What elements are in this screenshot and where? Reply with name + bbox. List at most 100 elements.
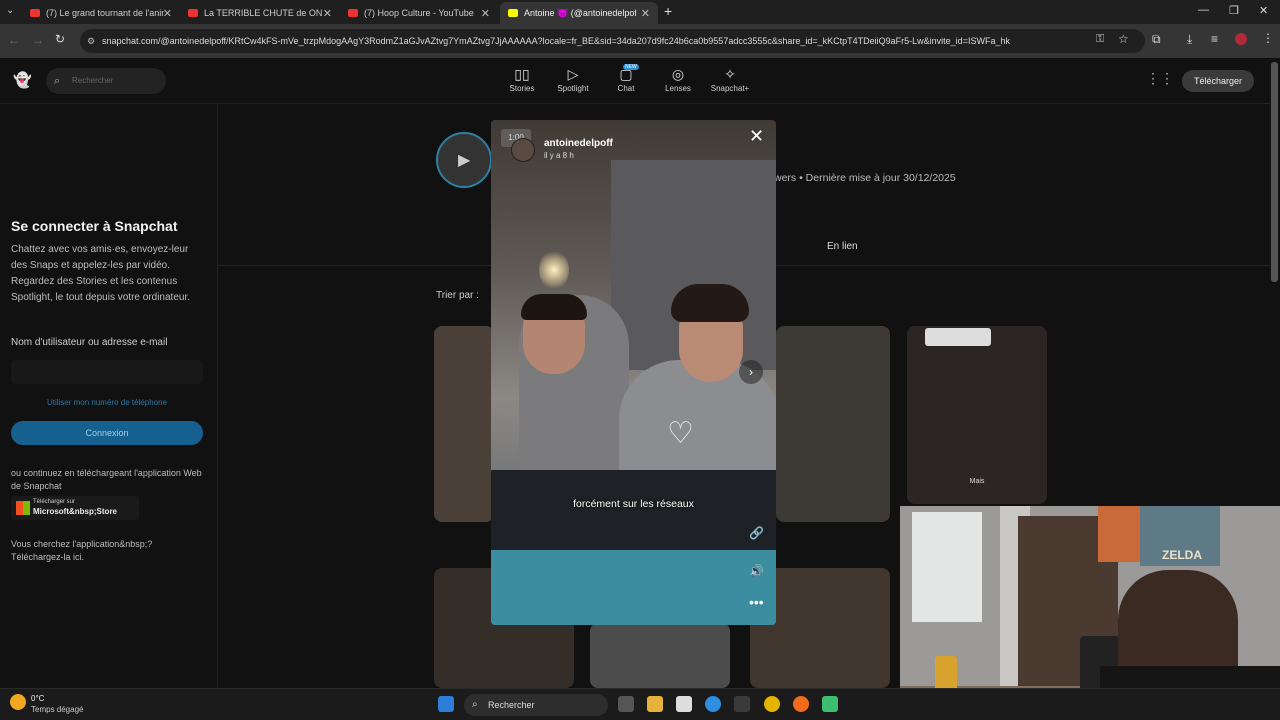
file-explorer-icon[interactable] xyxy=(647,696,663,712)
youtube-icon xyxy=(188,9,198,17)
lenses-icon: ◎ xyxy=(671,66,685,82)
more-vert-icon[interactable]: ⋮ xyxy=(1262,31,1274,45)
thumbnail-caption: Mais xyxy=(969,478,985,485)
new-tab-icon[interactable]: + xyxy=(664,3,672,19)
reload-icon[interactable]: ↻ xyxy=(55,32,65,46)
login-sidebar: Se connecter à Snapchat Chattez avec vos… xyxy=(0,104,218,688)
sound-icon[interactable]: 🔊 xyxy=(749,564,764,578)
store-line-2: Microsoft&nbsp;Store xyxy=(33,507,117,516)
back-icon[interactable]: ← xyxy=(8,33,20,47)
tab-4-active[interactable]: Antoine 😈 (@antoinedelpoff) ✕ xyxy=(500,2,658,24)
spotlight-thumbnail[interactable] xyxy=(434,326,494,522)
app-question-line-1: Vous cherchez l'application&nbsp;? xyxy=(11,539,153,549)
close-icon[interactable]: ✕ xyxy=(641,7,650,20)
sort-label: Trier par : xyxy=(436,290,479,301)
store-icon[interactable] xyxy=(734,696,750,712)
app-question: Vous cherchez l'application&nbsp;? Téléc… xyxy=(11,538,152,564)
webcam-jar xyxy=(935,656,957,692)
nav-lenses[interactable]: ◎ Lenses xyxy=(653,66,703,93)
snapchat-ghost-logo-icon[interactable]: 👻 xyxy=(13,71,32,89)
spotlight-thumbnail[interactable] xyxy=(590,623,730,688)
video-pants xyxy=(491,470,776,550)
tab-title: Antoine 😈 (@antoinedelpoff) xyxy=(524,7,636,18)
close-icon[interactable]: ✕ xyxy=(749,126,764,147)
app-question-line-2[interactable]: Téléchargez-la ici. xyxy=(11,551,152,564)
weather-icon[interactable] xyxy=(10,694,26,710)
phone-number-link[interactable]: Utiliser mon numéro de téléphone xyxy=(11,398,203,407)
profile-avatar-icon[interactable] xyxy=(1235,33,1247,45)
ghost-icon: ✧ xyxy=(724,66,736,82)
chevron-right-icon[interactable]: › xyxy=(739,360,763,384)
menu-icon[interactable]: ≡ xyxy=(1211,32,1218,46)
nav-label: Snapchat+ xyxy=(710,84,750,93)
tab-1[interactable]: (7) Le grand tournant de l'anim ✕ xyxy=(22,2,180,24)
app-icon[interactable] xyxy=(822,696,838,712)
tab-list-chevron-icon[interactable]: ⌄ xyxy=(6,5,14,16)
youtube-icon xyxy=(30,9,40,17)
apps-grid-icon[interactable]: ⋮⋮ xyxy=(1146,70,1174,87)
tab-title: (7) Le grand tournant de l'anim xyxy=(46,8,164,18)
search-placeholder: Rechercher xyxy=(72,76,114,85)
video-seat xyxy=(491,550,776,625)
video-lamp xyxy=(539,250,569,290)
maximize-icon[interactable]: ❐ xyxy=(1229,4,1239,17)
close-window-icon[interactable]: ✕ xyxy=(1259,4,1268,17)
continue-text: ou continuez en téléchargeant l'applicat… xyxy=(11,468,202,491)
minimize-icon[interactable]: — xyxy=(1198,4,1209,16)
chrome-icon[interactable] xyxy=(764,696,780,712)
more-horizontal-icon[interactable]: ••• xyxy=(749,594,764,610)
top-navigation: 👻 ⌕ Rechercher ▯▯ Stories ▷ Spotlight ▢ … xyxy=(0,58,1270,104)
creator-name[interactable]: antoinedelpoff xyxy=(544,138,613,149)
link-icon[interactable]: 🔗 xyxy=(749,526,764,540)
nav-label: Chat xyxy=(617,84,635,93)
nav-stories[interactable]: ▯▯ Stories xyxy=(497,66,547,93)
microsoft-store-badge[interactable]: Télécharger sur Microsoft&nbsp;Store xyxy=(11,496,139,520)
page-scrollbar[interactable] xyxy=(1271,62,1278,282)
video-player-modal[interactable]: ♡ 1:00 antoinedelpoff il y a 8 h ✕ › for… xyxy=(491,120,776,625)
profile-meta: wers • Dernière mise à jour 30/12/2025 xyxy=(774,172,956,184)
store-line-1: Télécharger sur xyxy=(33,499,76,505)
login-button[interactable]: Connexion xyxy=(11,421,203,445)
forward-icon[interactable]: → xyxy=(32,33,44,47)
webcam-window xyxy=(912,512,982,622)
search-icon: ⌕ xyxy=(54,75,61,87)
weather-temperature[interactable]: 0°C xyxy=(31,694,44,703)
weather-description[interactable]: Temps dégagé xyxy=(31,705,83,714)
creator-avatar[interactable] xyxy=(511,138,535,162)
key-icon[interactable]: ⚿ xyxy=(1096,33,1104,46)
close-icon[interactable]: ✕ xyxy=(163,7,172,20)
spotlight-thumbnail[interactable] xyxy=(776,326,890,522)
windows-taskbar: 0°C Temps dégagé ⌕ Rechercher xyxy=(0,688,1280,720)
username-label: Nom d'utilisateur ou adresse e-mail xyxy=(11,337,168,348)
close-icon[interactable]: ✕ xyxy=(481,7,490,20)
close-icon[interactable]: ✕ xyxy=(323,7,332,20)
tab-related[interactable]: En lien xyxy=(827,241,858,252)
play-icon: ▷ xyxy=(567,66,579,82)
url-field[interactable]: ⚙ snapchat.com/@antoinedelpoff/KRtCw4kFS… xyxy=(80,29,1145,53)
nav-spotlight[interactable]: ▷ Spotlight xyxy=(548,66,598,93)
search-icon: ⌕ xyxy=(472,699,478,710)
zelda-poster-text: ZELDA xyxy=(1162,548,1202,562)
spotlight-thumbnail[interactable]: Mais xyxy=(907,326,1047,504)
nav-snapchat-plus[interactable]: ✧ Snapchat+ xyxy=(705,66,755,93)
search-input[interactable]: ⌕ Rechercher xyxy=(46,68,166,94)
url-text: snapchat.com/@antoinedelpoff/KRtCw4kFS-m… xyxy=(102,36,1010,46)
bookmark-star-icon[interactable]: ☆ xyxy=(1118,32,1129,46)
download-button[interactable]: Télécharger xyxy=(1182,70,1254,92)
notepad-icon[interactable] xyxy=(676,696,692,712)
tab-3[interactable]: (7) Hoop Culture - YouTube ✕ xyxy=(340,2,498,24)
task-view-icon[interactable] xyxy=(618,696,634,712)
edge-icon[interactable] xyxy=(705,696,721,712)
download-icon[interactable]: ⤓ xyxy=(1187,32,1192,47)
profile-avatar[interactable]: ▶ xyxy=(436,132,492,188)
taskbar-search[interactable]: ⌕ Rechercher xyxy=(464,694,608,716)
username-field[interactable] xyxy=(11,360,203,384)
site-info-icon[interactable]: ⚙ xyxy=(87,29,95,53)
tab-2[interactable]: La TERRIBLE CHUTE de ONE PU ✕ xyxy=(180,2,340,24)
nav-chat[interactable]: ▢ NEW Chat xyxy=(601,64,651,93)
windows-start-icon[interactable] xyxy=(438,696,454,712)
firefox-icon[interactable] xyxy=(793,696,809,712)
extensions-icon[interactable]: ⧉ xyxy=(1152,32,1161,47)
browser-tab-bar: ⌄ (7) Le grand tournant de l'anim ✕ La T… xyxy=(0,0,1280,24)
taskbar-search-label: Rechercher xyxy=(488,700,535,710)
